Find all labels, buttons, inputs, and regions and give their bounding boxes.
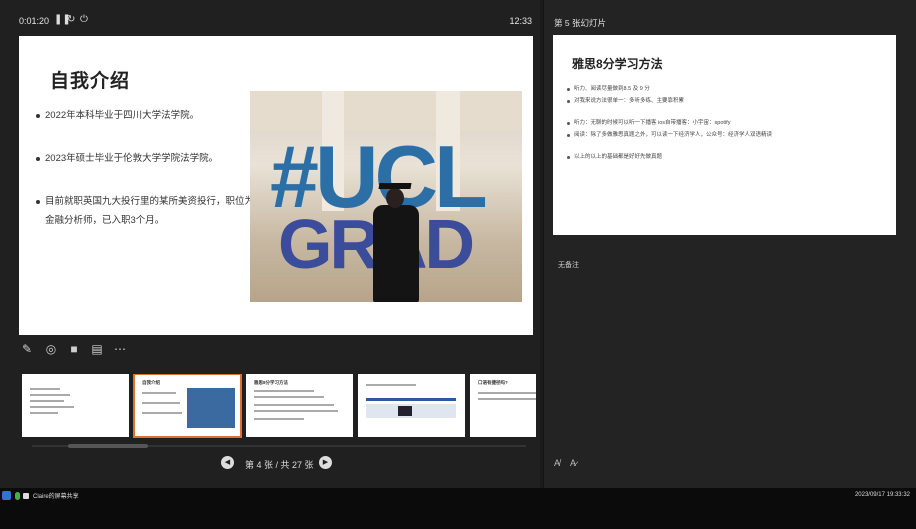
decrease-font-icon[interactable]: A̷ xyxy=(570,458,576,468)
notes-panel: 第 5 张幻灯片 雅思8分学习方法 听力、阅读尽量做到8.5 及 9 分 对我来… xyxy=(543,0,916,488)
thumbnail-scrollbar[interactable] xyxy=(22,443,536,449)
graduation-photo: #UCL GRAD xyxy=(250,91,522,302)
slide-thumbnails: 自我介绍 雅思8分学习方法 口语有捷径吗? xyxy=(22,374,536,438)
thumbnail-slide-4[interactable]: 自我介绍 xyxy=(133,374,242,438)
restart-icon[interactable]: ↻ xyxy=(67,14,75,25)
next-icon[interactable]: ▶ xyxy=(319,456,332,469)
mic-icon[interactable] xyxy=(14,491,20,500)
slide-pager: ◀ 第 4 张 / 共 27 张 ▶ xyxy=(218,456,338,472)
presenter-main-panel: 0:01:20 ❚❚ ↻ ⏻ 12:33 自我介绍 2022年本科毕业于四川大学… xyxy=(0,0,540,488)
next-slide-item: 听力、阅读尽量做到8.5 及 9 分 xyxy=(567,83,887,95)
next-slide-item: 以上的以上的基础都是好好先做真题 xyxy=(567,151,887,163)
thumbnail-slide-3[interactable] xyxy=(22,374,129,437)
slide-bullets: 2022年本科毕业于四川大学法学院。 2023年硕士毕业于伦敦大学学院法学院。 … xyxy=(35,106,255,230)
thumbnail-slide-7[interactable]: 口语有捷径吗? xyxy=(470,374,536,437)
slide-title: 自我介绍 xyxy=(50,71,131,92)
current-slide[interactable]: 自我介绍 2022年本科毕业于四川大学法学院。 2023年硕士毕业于伦敦大学学院… xyxy=(19,36,533,335)
next-slide-item: 对我来说方法很单一：多听多练、主要靠积累 xyxy=(567,95,887,107)
clock: 12:33 xyxy=(509,16,532,26)
thumbnail-slide-5[interactable]: 雅思8分学习方法 xyxy=(246,374,353,437)
pen-icon[interactable]: ✎ xyxy=(20,342,34,356)
datetime: 2023/09/17 19:33:32 xyxy=(854,492,910,498)
next-slide-preview[interactable]: 雅思8分学习方法 听力、阅读尽量做到8.5 及 9 分 对我来说方法很单一：多听… xyxy=(553,35,896,235)
next-slide-list: 听力、阅读尽量做到8.5 及 9 分 对我来说方法很单一：多听多练、主要靠积累 … xyxy=(567,83,887,163)
slide-bullet: 2022年本科毕业于四川大学法学院。 xyxy=(35,106,255,125)
user-icon[interactable] xyxy=(2,491,11,500)
thumbnail-title: 口语有捷径吗? xyxy=(478,380,508,385)
next-slide-item: 听力：无聊的时候可以听一下播客 ios自带播客：小宇宙：spotify xyxy=(567,117,887,129)
camera-status-icon[interactable] xyxy=(23,492,30,499)
notes-font-tools: A̸ A̷ xyxy=(554,458,584,468)
meeting-taskbar: Claire的屏幕共享 2023/09/17 19:33:32 xyxy=(0,488,916,529)
scrollbar-thumb[interactable] xyxy=(68,444,148,448)
more-icon[interactable]: ⋯ xyxy=(113,342,127,356)
thumbnail-slide-6[interactable] xyxy=(358,374,465,437)
speaker-notes[interactable]: 无备注 xyxy=(558,260,579,270)
share-status: Claire的屏幕共享 xyxy=(2,491,79,503)
thumbnail-title: 雅思8分学习方法 xyxy=(254,380,289,385)
laser-pointer-icon[interactable]: ◎ xyxy=(44,342,58,356)
prev-icon[interactable]: ◀ xyxy=(221,456,234,469)
next-slide-item: 阅读：除了多做雅思真题之外，可以读一下经济学人，公众号：经济学人双语精读 xyxy=(567,129,887,141)
increase-font-icon[interactable]: A̸ xyxy=(554,458,560,468)
camera-icon[interactable]: ■ xyxy=(67,342,81,356)
graduate-figure xyxy=(370,183,422,302)
power-icon[interactable]: ⏻ xyxy=(80,14,88,25)
presenter-view: 0:01:20 ❚❚ ↻ ⏻ 12:33 自我介绍 2022年本科毕业于四川大学… xyxy=(0,0,916,529)
thumbnail-title: 自我介绍 xyxy=(142,380,160,385)
slide-bullet: 2023年硕士毕业于伦敦大学学院法学院。 xyxy=(35,149,255,168)
elapsed-timer: 0:01:20 xyxy=(19,16,50,26)
subtitles-icon[interactable]: ▤ xyxy=(90,342,104,356)
presenter-top-bar: 0:01:20 ❚❚ ↻ ⏻ 12:33 xyxy=(0,10,540,30)
next-slide-label: 第 5 张幻灯片 xyxy=(554,18,606,28)
slide-bullet: 目前就职英国九大投行里的某所美资投行，职位为金融分析师，已入职3个月。 xyxy=(35,192,255,230)
sharer-name: Claire的屏幕共享 xyxy=(33,494,79,500)
next-slide-title: 雅思8分学习方法 xyxy=(572,57,663,71)
slide-counter: 第 4 张 / 共 27 张 xyxy=(245,460,314,470)
